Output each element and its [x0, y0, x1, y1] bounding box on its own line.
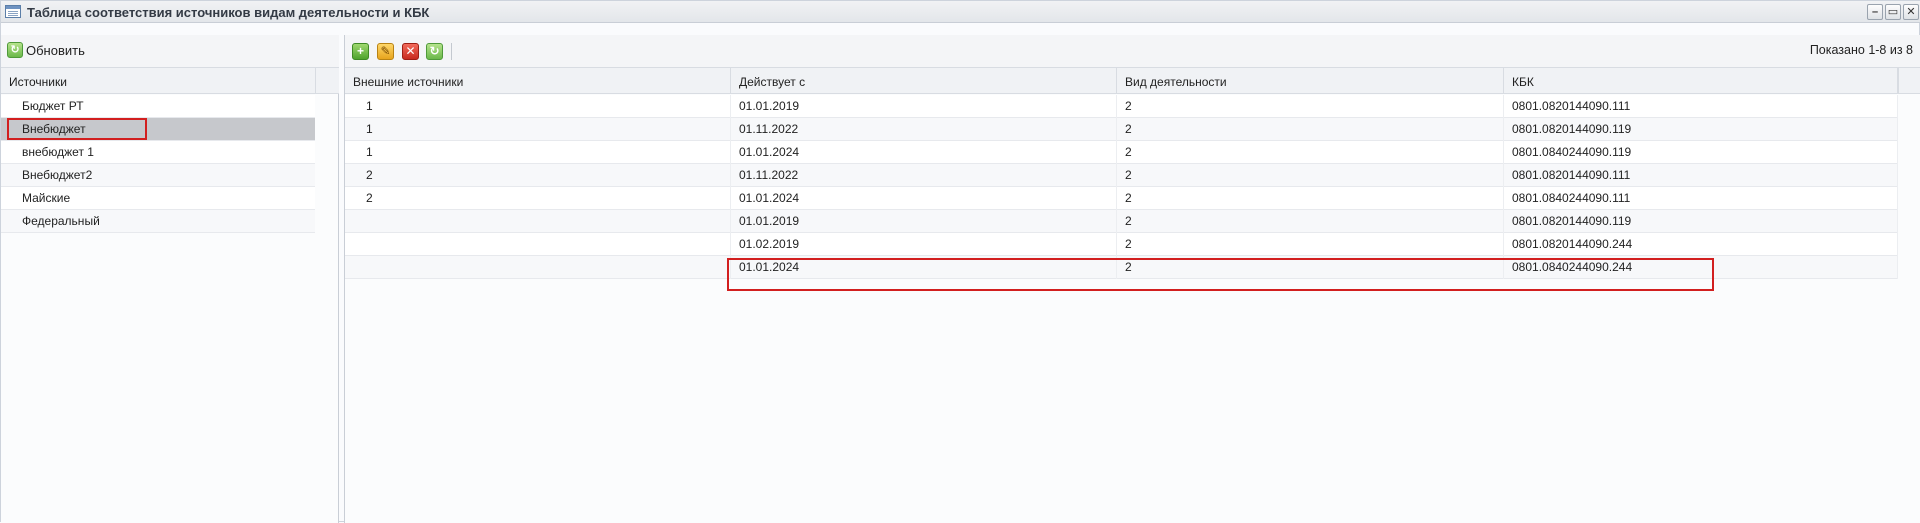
refresh-icon[interactable]: ↻ — [426, 43, 443, 60]
list-item[interactable]: внебюджет 1 — [1, 141, 315, 164]
cell-kbk: 0801.0840244090.119 — [1504, 141, 1898, 164]
cell-activity-type: 2 — [1117, 164, 1504, 187]
mapping-grid-panel: + ✎ ✕ ↻ Показано 1-8 из 8 Внешние источн… — [344, 35, 1920, 523]
list-item-selected[interactable]: Внебюджет — [1, 118, 315, 141]
column-header-kbk[interactable]: КБК — [1504, 68, 1898, 94]
refresh-label: Обновить — [26, 42, 85, 58]
table-row[interactable]: 01.01.2019 2 0801.0820144090.119 — [345, 210, 1898, 233]
cell-activity-type: 2 — [1117, 141, 1504, 164]
cell-activity-type: 2 — [1117, 118, 1504, 141]
grid-header-spacer — [1898, 68, 1920, 94]
cell-activity-type: 2 — [1117, 95, 1504, 118]
edit-icon[interactable]: ✎ — [377, 43, 394, 60]
cell-kbk: 0801.0820144090.111 — [1504, 164, 1898, 187]
window-title: Таблица соответствия источников видам де… — [27, 5, 430, 20]
sources-column-header[interactable]: Источники — [1, 68, 315, 94]
table-row[interactable]: 01.01.2024 2 0801.0840244090.244 — [345, 256, 1898, 279]
cell-external-source: 1 — [345, 95, 731, 118]
column-header-activity-type[interactable]: Вид деятельности — [1117, 68, 1504, 94]
cell-valid-from: 01.01.2024 — [731, 187, 1117, 210]
cell-external-source: 2 — [345, 164, 731, 187]
table-row[interactable]: 2 01.11.2022 2 0801.0820144090.111 — [345, 164, 1898, 187]
cell-valid-from: 01.01.2024 — [731, 256, 1117, 279]
cell-activity-type: 2 — [1117, 233, 1504, 256]
table-icon — [5, 5, 21, 18]
refresh-button[interactable]: ↻ Обновить — [7, 42, 85, 58]
table-row[interactable]: 1 01.11.2022 2 0801.0820144090.119 — [345, 118, 1898, 141]
sources-toolbar: ↻ Обновить — [1, 35, 339, 68]
cell-activity-type: 2 — [1117, 256, 1504, 279]
window-titlebar: Таблица соответствия источников видам де… — [1, 1, 1920, 23]
cell-activity-type: 2 — [1117, 210, 1504, 233]
cell-kbk: 0801.0840244090.111 — [1504, 187, 1898, 210]
list-item[interactable]: Федеральный — [1, 210, 315, 233]
grid-body: 1 01.01.2019 2 0801.0820144090.111 1 01.… — [345, 95, 1898, 279]
cell-valid-from: 01.02.2019 — [731, 233, 1117, 256]
grid-header: Внешние источники Действует с Вид деятел… — [345, 68, 1898, 94]
refresh-icon: ↻ — [7, 42, 23, 58]
column-header-valid-from[interactable]: Действует с — [731, 68, 1117, 94]
cell-external-source: 1 — [345, 118, 731, 141]
cell-valid-from: 01.01.2019 — [731, 210, 1117, 233]
cell-external-source — [345, 256, 731, 279]
toolbar-separator — [451, 43, 452, 60]
minimize-icon[interactable]: – — [1867, 4, 1883, 20]
table-row[interactable]: 01.02.2019 2 0801.0820144090.244 — [345, 233, 1898, 256]
cell-valid-from: 01.01.2024 — [731, 141, 1117, 164]
cell-external-source — [345, 233, 731, 256]
cell-kbk: 0801.0820144090.111 — [1504, 95, 1898, 118]
list-item[interactable]: Майские — [1, 187, 315, 210]
app-window: Таблица соответствия источников видам де… — [0, 0, 1920, 523]
cell-valid-from: 01.11.2022 — [731, 118, 1117, 141]
close-icon[interactable]: ✕ — [1903, 4, 1919, 20]
sources-list: Бюджет РТ Внебюджет внебюджет 1 Внебюдже… — [1, 95, 315, 233]
cell-valid-from: 01.01.2019 — [731, 95, 1117, 118]
column-header-external-sources[interactable]: Внешние источники — [345, 68, 731, 94]
table-row[interactable]: 1 01.01.2024 2 0801.0840244090.119 — [345, 141, 1898, 164]
table-row[interactable]: 2 01.01.2024 2 0801.0840244090.111 — [345, 187, 1898, 210]
list-item[interactable]: Бюджет РТ — [1, 95, 315, 118]
paging-info: Показано 1-8 из 8 — [1809, 43, 1913, 57]
cell-kbk: 0801.0840244090.244 — [1504, 256, 1898, 279]
cell-external-source: 1 — [345, 141, 731, 164]
cell-external-source: 2 — [345, 187, 731, 210]
sources-header-spacer — [315, 68, 339, 94]
cell-activity-type: 2 — [1117, 187, 1504, 210]
cell-kbk: 0801.0820144090.119 — [1504, 210, 1898, 233]
cell-external-source — [345, 210, 731, 233]
add-icon[interactable]: + — [352, 43, 369, 60]
sources-panel: ↻ Обновить Источники Бюджет РТ Внебюджет… — [1, 35, 339, 523]
table-row[interactable]: 1 01.01.2019 2 0801.0820144090.111 — [345, 95, 1898, 118]
list-item[interactable]: Внебюджет2 — [1, 164, 315, 187]
delete-icon[interactable]: ✕ — [402, 43, 419, 60]
cell-kbk: 0801.0820144090.119 — [1504, 118, 1898, 141]
cell-kbk: 0801.0820144090.244 — [1504, 233, 1898, 256]
restore-icon[interactable]: ▭ — [1885, 4, 1901, 20]
window-controls: – ▭ ✕ — [1867, 4, 1919, 20]
cell-valid-from: 01.11.2022 — [731, 164, 1117, 187]
grid-toolbar: + ✎ ✕ ↻ Показано 1-8 из 8 — [345, 35, 1920, 68]
